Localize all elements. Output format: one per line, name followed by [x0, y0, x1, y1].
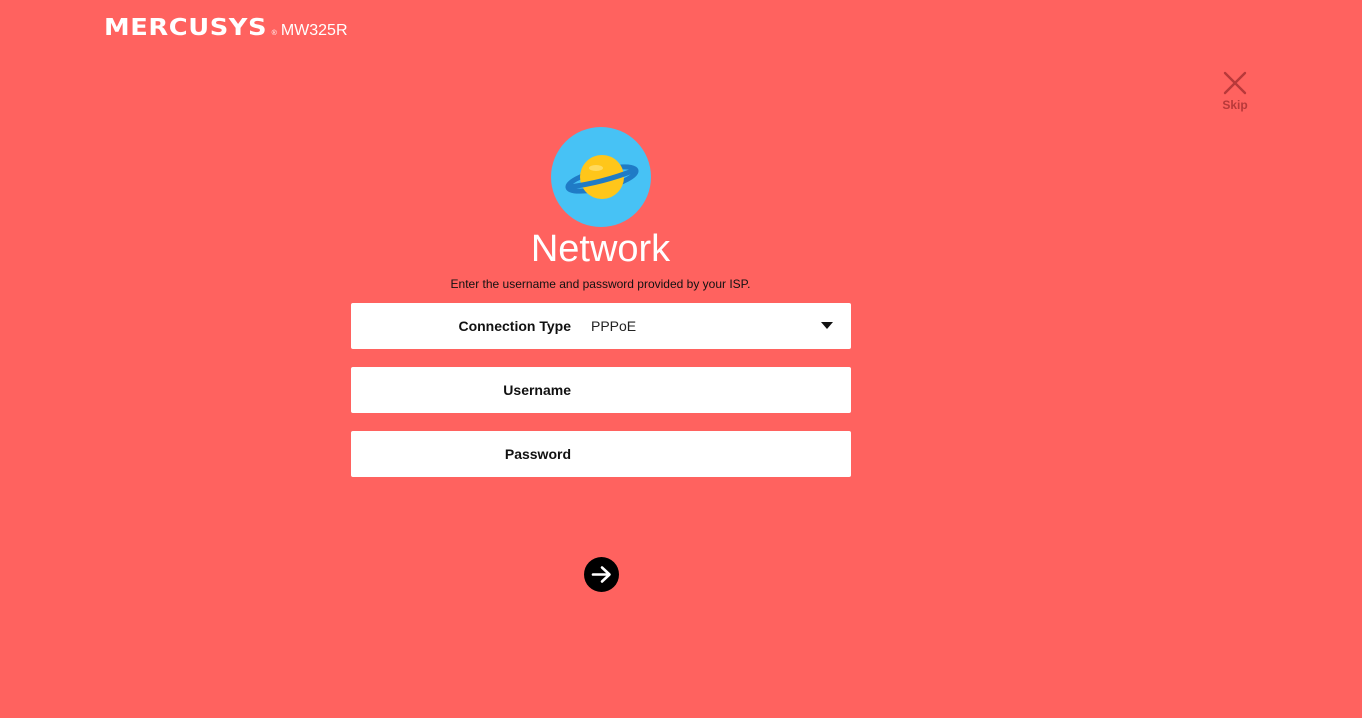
planet-icon: [551, 127, 651, 227]
username-field-row: Username: [351, 367, 851, 413]
username-input[interactable]: [589, 375, 839, 405]
password-field-row: Password: [351, 431, 851, 477]
trademark-mark: ®: [271, 30, 277, 37]
arrow-right-icon: [591, 566, 611, 583]
skip-button[interactable]: Skip: [1210, 70, 1260, 112]
skip-label: Skip: [1222, 98, 1248, 112]
page-title: Network: [530, 228, 671, 270]
model-name: MW325R: [280, 22, 348, 39]
next-button[interactable]: [584, 557, 619, 592]
quick-setup-page: MERCUSYS ® MW325R Skip Network Enter the…: [0, 0, 1362, 718]
password-input[interactable]: [589, 439, 839, 469]
chevron-down-icon[interactable]: [821, 322, 833, 329]
mercusys-logo: MERCUSYS: [104, 15, 268, 41]
username-label: Username: [503, 382, 571, 398]
brand-header: MERCUSYS ® MW325R: [104, 14, 348, 42]
close-icon: [1223, 71, 1247, 95]
connection-type-value: PPPoE: [591, 318, 637, 334]
connection-type-select[interactable]: Connection Type PPPoE: [351, 303, 851, 349]
page-subtitle: Enter the username and password provided…: [450, 277, 751, 291]
connection-type-label: Connection Type: [458, 318, 571, 334]
password-label: Password: [504, 446, 571, 462]
